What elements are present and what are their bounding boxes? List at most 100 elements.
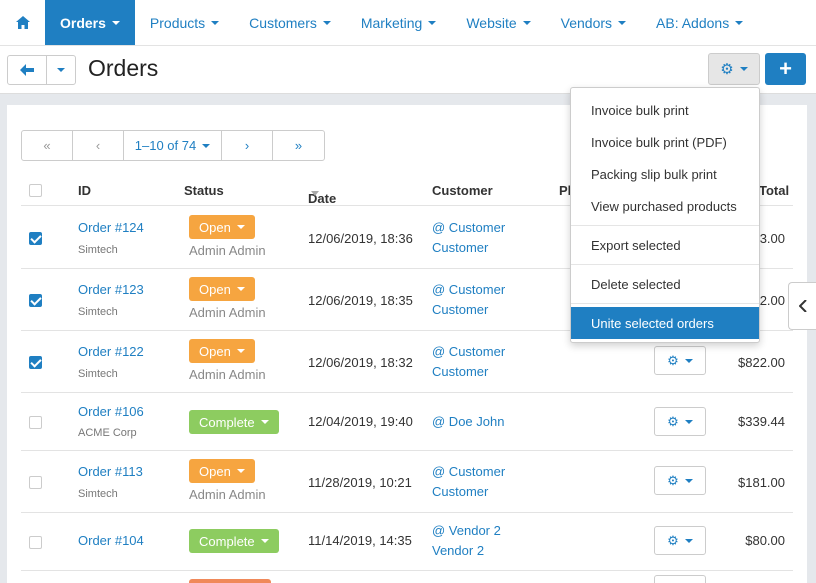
page-range-select[interactable]: 1–10 of 74 [124, 131, 222, 160]
first-page-button[interactable]: « [22, 131, 73, 160]
chevron-down-icon [428, 20, 437, 25]
row-checkbox[interactable] [29, 416, 42, 429]
nav-ab-addons[interactable]: AB: Addons [641, 0, 758, 45]
company-name: Simtech [78, 244, 118, 256]
status-dropdown[interactable]: Open [189, 215, 255, 239]
menu-divider [571, 264, 759, 265]
gear-icon: ⚙ [720, 61, 734, 78]
order-total: 2.00 [759, 293, 785, 308]
order-total: $181.00 [738, 475, 785, 490]
order-date: 12/06/2019, 18:36 [308, 231, 413, 246]
menu-packing-slip-bulk-print[interactable]: Packing slip bulk print [571, 158, 759, 190]
row-actions-button[interactable]: ⚙ [654, 466, 706, 495]
nav-products[interactable]: Products [135, 0, 234, 45]
nav-orders[interactable]: Orders [45, 0, 135, 45]
issuer-name: Admin Admin [189, 487, 266, 502]
order-link[interactable]: Order #113 [78, 464, 143, 479]
chevron-down-icon [202, 143, 211, 148]
row-checkbox[interactable] [29, 476, 42, 489]
chevron-down-icon [236, 225, 245, 229]
menu-export-selected[interactable]: Export selected [571, 229, 759, 261]
top-nav: Orders Products Customers Marketing Webs… [0, 0, 816, 46]
nav-marketing[interactable]: Marketing [346, 0, 451, 45]
order-link[interactable]: Order #123 [78, 282, 144, 297]
select-all-checkbox[interactable] [29, 184, 42, 197]
gear-icon: ⚙ [667, 472, 679, 488]
customer-email-link[interactable]: @ Customer [432, 282, 505, 297]
customer-email-link[interactable]: @ Customer [432, 344, 505, 359]
row-checkbox[interactable] [29, 232, 42, 245]
nav-website[interactable]: Website [451, 0, 545, 45]
customer-email-link[interactable]: @ Doe John [432, 414, 504, 429]
menu-divider [571, 303, 759, 304]
col-total[interactable]: Total [759, 183, 789, 198]
row-actions-button[interactable]: ⚙ [654, 407, 706, 436]
customer-name-link[interactable]: Customer [432, 364, 488, 379]
chevron-down-icon [236, 469, 245, 473]
nav-vendors[interactable]: Vendors [546, 0, 641, 45]
order-link[interactable]: Order #122 [78, 344, 144, 359]
page-title: Orders [88, 55, 159, 81]
col-customer[interactable]: Customer [432, 183, 493, 198]
add-order-button[interactable]: + [765, 53, 806, 85]
last-page-button[interactable]: » [273, 131, 324, 160]
actions-gear-button[interactable]: ⚙ [708, 53, 760, 85]
customer-email-link[interactable]: @ Customer [432, 464, 505, 479]
customer-name-link[interactable]: Customer [432, 484, 488, 499]
status-dropdown[interactable]: Open [189, 277, 255, 301]
bulk-actions-menu: Invoice bulk print Invoice bulk print (P… [570, 87, 760, 343]
customer-name-link[interactable]: Vendor 2 [432, 543, 484, 558]
order-total: $80.00 [745, 533, 785, 548]
menu-view-purchased-products[interactable]: View purchased products [571, 190, 759, 222]
menu-unite-selected-orders[interactable]: Unite selected orders [571, 307, 759, 339]
col-status[interactable]: Status [184, 183, 224, 198]
customer-email-link[interactable]: @ Vendor 2 [432, 523, 501, 538]
chevron-down-icon [211, 20, 220, 25]
sort-down-icon [311, 191, 319, 196]
next-page-button[interactable]: › [222, 131, 273, 160]
company-name: Simtech [78, 368, 118, 380]
row-checkbox[interactable] [29, 536, 42, 549]
prev-page-button[interactable]: ‹ [73, 131, 124, 160]
row-actions-button[interactable]: ⚙ [654, 346, 706, 375]
chevron-down-icon [322, 20, 331, 25]
table-row: Order #104 Complete 11/14/2019, 14:35 @ … [21, 513, 793, 571]
status-dropdown[interactable]: Complete [189, 410, 279, 434]
chevron-down-icon [111, 20, 120, 25]
status-dropdown[interactable]: Complete [189, 529, 279, 553]
status-dropdown[interactable]: Open [189, 339, 255, 363]
col-id[interactable]: ID [78, 183, 91, 198]
row-checkbox[interactable] [29, 356, 42, 369]
customer-name-link[interactable]: Customer [432, 302, 488, 317]
customer-email-link[interactable]: @ Customer [432, 220, 505, 235]
menu-invoice-bulk-print[interactable]: Invoice bulk print [571, 94, 759, 126]
gear-icon: ⚙ [667, 413, 679, 429]
status-dropdown[interactable] [189, 579, 271, 583]
company-name: ACME Corp [78, 427, 137, 439]
order-total: $339.44 [738, 414, 785, 429]
chevron-down-icon [618, 20, 627, 25]
order-link[interactable]: Order #124 [78, 220, 144, 235]
row-checkbox[interactable] [29, 294, 42, 307]
issuer-name: Admin Admin [189, 243, 266, 258]
order-link[interactable]: Order #106 [78, 404, 144, 419]
home-icon[interactable] [0, 0, 45, 45]
order-date: 12/06/2019, 18:35 [308, 293, 413, 308]
gear-icon: ⚙ [667, 532, 679, 548]
row-actions-button[interactable]: ⚙ [654, 526, 706, 555]
order-link[interactable]: Order #104 [78, 533, 144, 548]
row-actions-button[interactable] [654, 575, 706, 583]
nav-customers[interactable]: Customers [234, 0, 346, 45]
customer-name-link[interactable]: Customer [432, 240, 488, 255]
back-history-button[interactable] [46, 55, 76, 85]
arrow-left-icon [20, 64, 34, 76]
menu-invoice-bulk-print-pdf[interactable]: Invoice bulk print (PDF) [571, 126, 759, 158]
chevron-down-icon [522, 20, 531, 25]
sidebar-toggle-button[interactable] [788, 282, 816, 330]
menu-delete-selected[interactable]: Delete selected [571, 268, 759, 300]
status-dropdown[interactable]: Open [189, 459, 255, 483]
back-button[interactable] [7, 55, 47, 85]
gear-icon: ⚙ [667, 352, 679, 368]
table-row: Order #106 ACME Corp Complete 12/04/2019… [21, 393, 793, 451]
chevron-down-icon [739, 67, 748, 71]
